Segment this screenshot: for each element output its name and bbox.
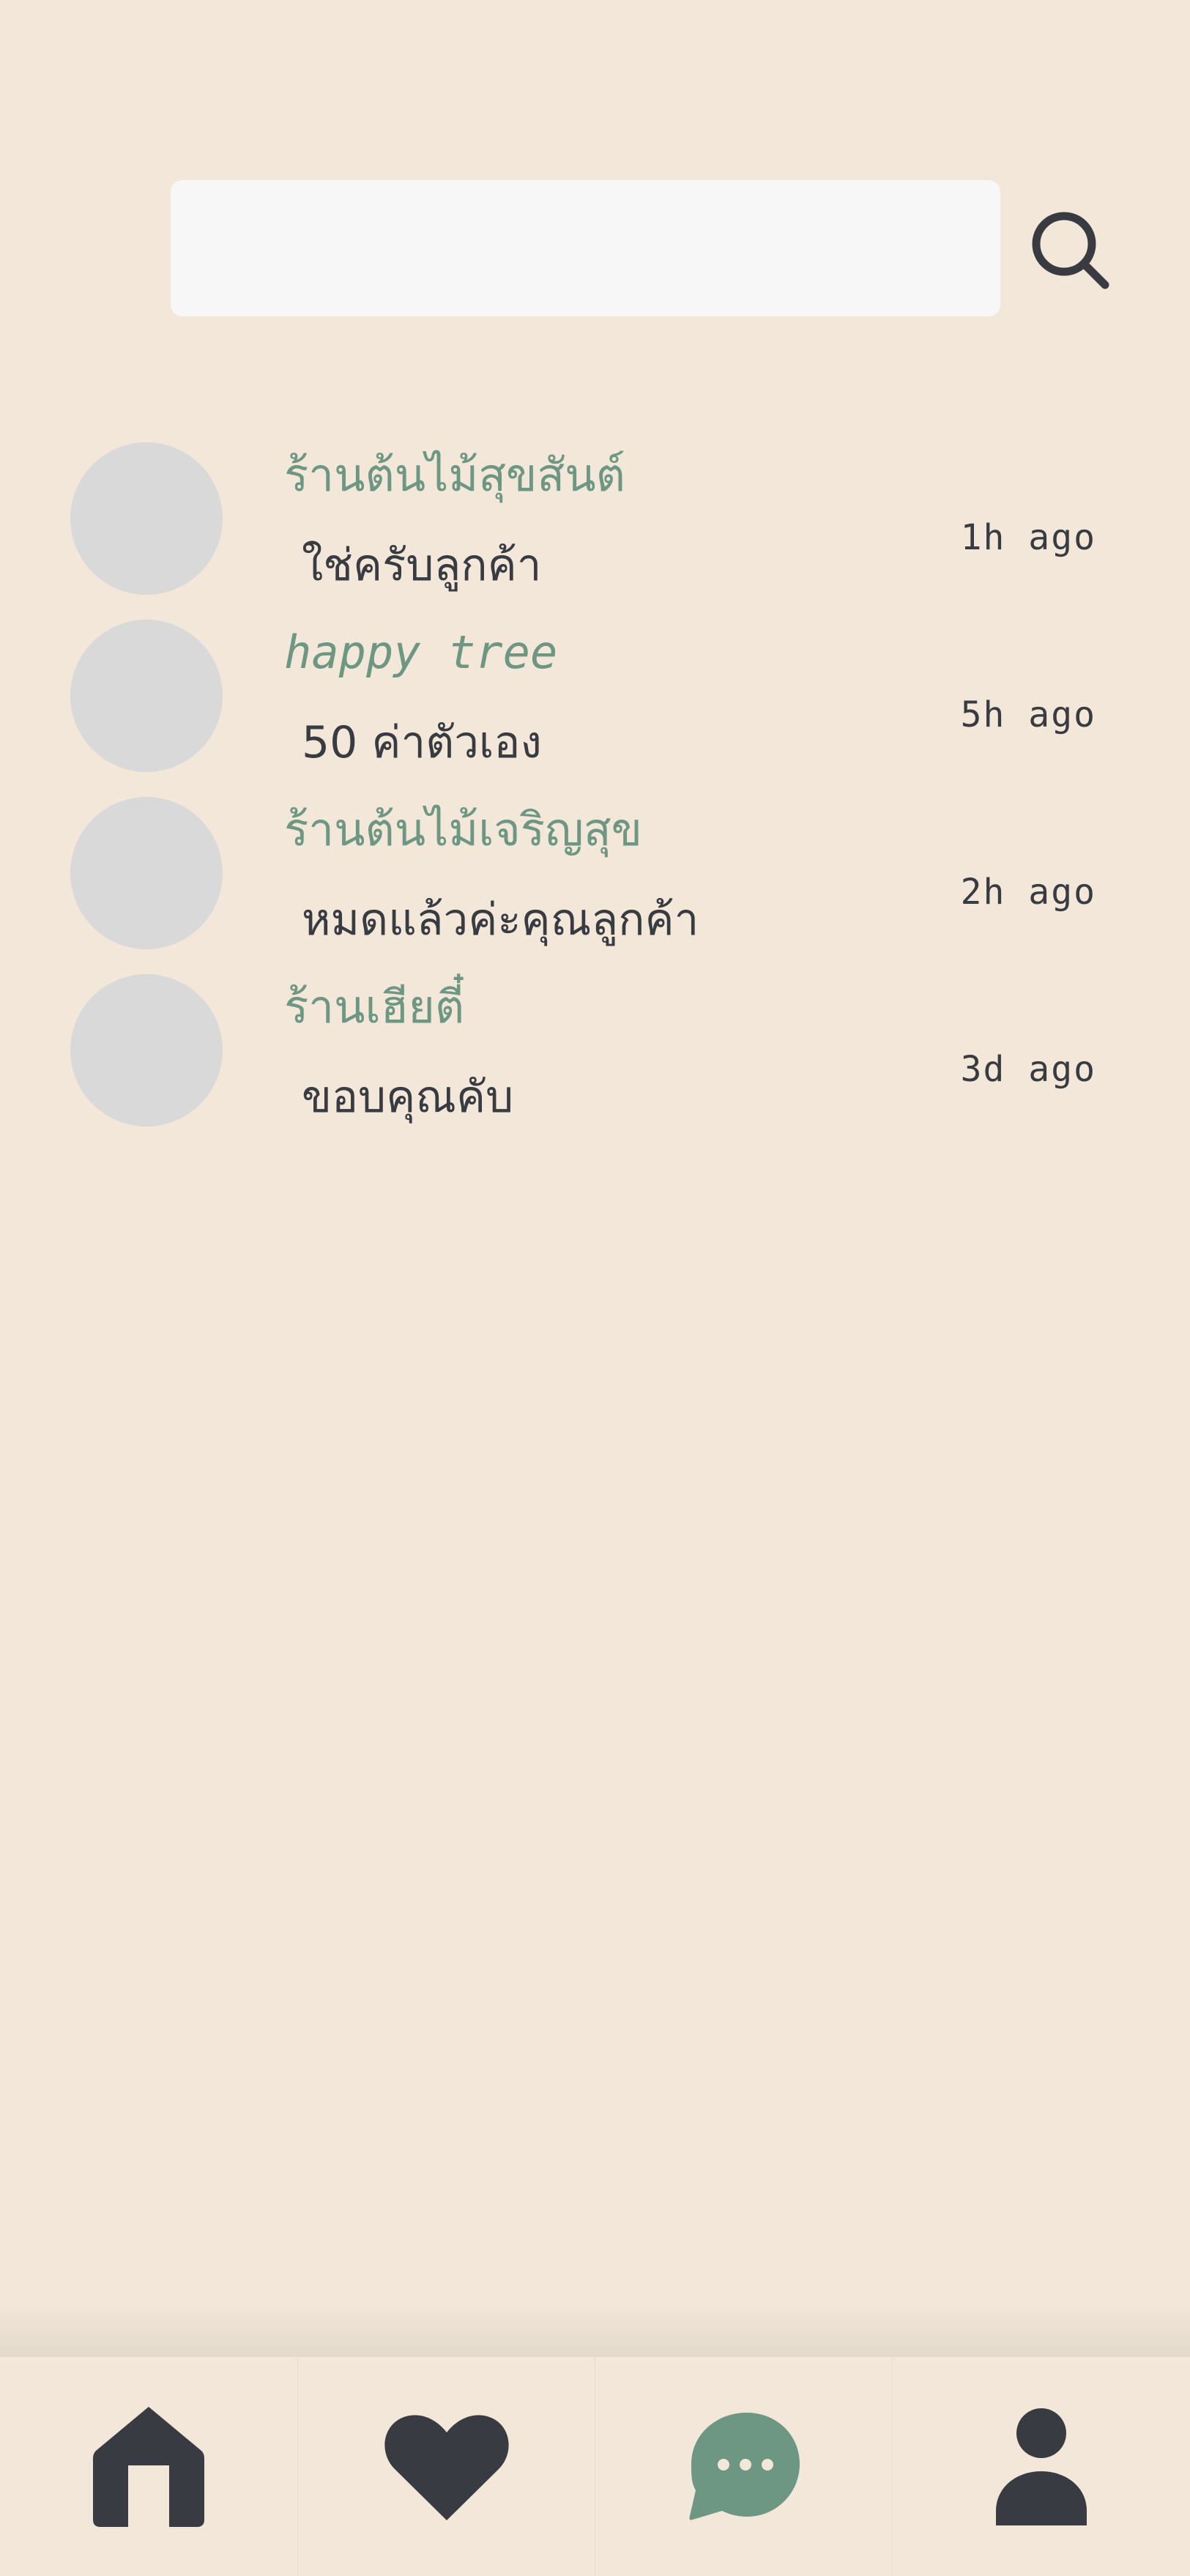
nav-chat[interactable]: [595, 2357, 893, 2576]
nav-home[interactable]: [0, 2357, 297, 2576]
home-icon: [93, 2406, 204, 2527]
search-icon: [1032, 212, 1109, 289]
heart-icon: [384, 2414, 509, 2520]
profile-icon: [996, 2408, 1087, 2525]
nav-favorites[interactable]: [297, 2357, 595, 2576]
chat-last-message: หมดแล้วค่ะคุณลูกค้า: [302, 894, 699, 946]
avatar: [70, 797, 223, 949]
avatar: [70, 620, 223, 772]
chat-list-item[interactable]: ร้านต้นไม้สุขสันต์ ใช่ครับลูกค้า 1h ago: [0, 442, 1190, 619]
nav-shadow: [0, 2300, 1190, 2357]
chat-timestamp: 3d ago: [960, 1049, 1096, 1090]
chat-shop-name: ร้านเฮียตี๋: [284, 980, 465, 1033]
chat-list-item[interactable]: happy tree 50 ค่าตัวเอง 5h ago: [0, 620, 1190, 796]
avatar: [70, 442, 223, 595]
chat-last-message: ใช่ครับลูกค้า: [302, 540, 542, 591]
chat-list-item[interactable]: ร้านต้นไม้เจริญสุข หมดแล้วค่ะคุณลูกค้า 2…: [0, 797, 1190, 973]
search-button[interactable]: [1029, 209, 1111, 291]
chat-icon: [689, 2412, 800, 2520]
avatar: [70, 974, 223, 1126]
chat-shop-name: ร้านต้นไม้เจริญสุข: [284, 803, 643, 856]
chat-list-item[interactable]: ร้านเฮียตี๋ ขอบคุณคับ 3d ago: [0, 974, 1190, 1151]
search-input[interactable]: [171, 180, 1000, 316]
chat-last-message: ขอบคุณคับ: [302, 1072, 514, 1123]
chat-timestamp: 1h ago: [960, 517, 1096, 558]
chat-last-message: 50 ค่าตัวเอง: [302, 717, 542, 768]
bottom-nav: [0, 2357, 1190, 2576]
chat-timestamp: 5h ago: [960, 694, 1096, 735]
chat-timestamp: 2h ago: [960, 872, 1096, 913]
nav-profile[interactable]: [892, 2357, 1190, 2576]
chat-shop-name: ร้านต้นไม้สุขสันต์: [284, 448, 625, 502]
chat-shop-name: happy tree: [284, 626, 558, 679]
